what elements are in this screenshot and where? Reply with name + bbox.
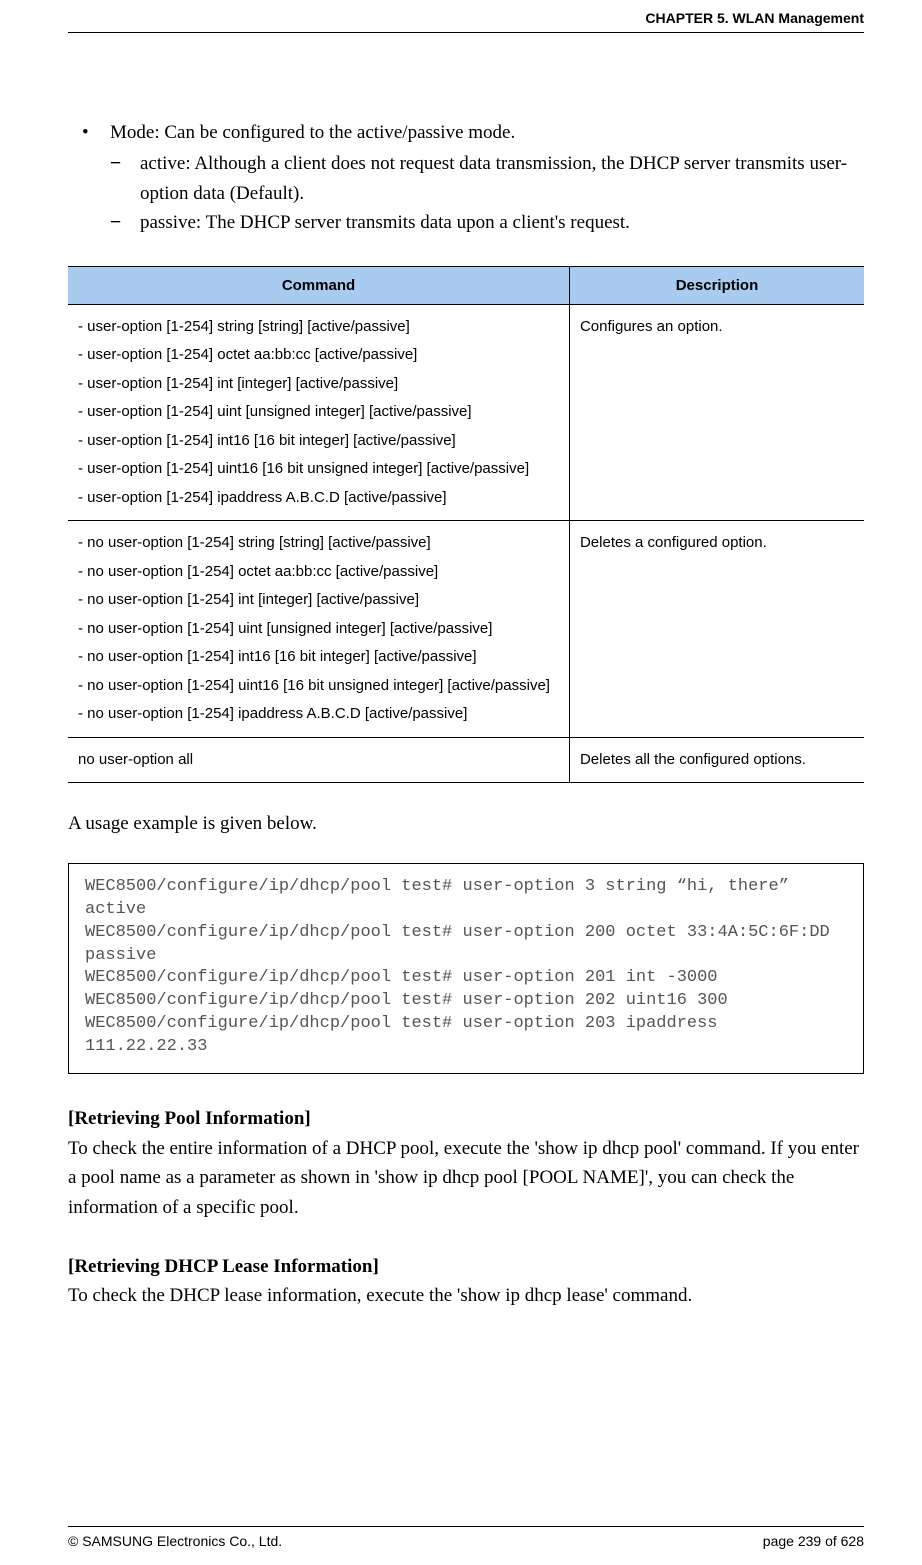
- th-command: Command: [68, 266, 569, 304]
- table-row: - no user-option [1-254] string [string]…: [68, 521, 864, 738]
- cell-command: - user-option [1-254] string [string] [a…: [68, 304, 569, 521]
- bullet-mode: • Mode: Can be configured to the active/…: [68, 118, 864, 147]
- bullet-dot-icon: •: [68, 118, 110, 147]
- dash-icon: −: [110, 208, 140, 237]
- command-line: - no user-option [1-254] int16 [16 bit i…: [78, 643, 559, 672]
- pool-info-heading: [Retrieving Pool Information]: [68, 1104, 864, 1133]
- cell-command: - no user-option [1-254] string [string]…: [68, 521, 569, 738]
- command-line: - user-option [1-254] ipaddress A.B.C.D …: [78, 484, 559, 513]
- command-line: - no user-option [1-254] uint16 [16 bit …: [78, 672, 559, 701]
- table-header-row: Command Description: [68, 266, 864, 304]
- table-row: - user-option [1-254] string [string] [a…: [68, 304, 864, 521]
- usage-intro: A usage example is given below.: [68, 809, 864, 838]
- code-example: WEC8500/configure/ip/dhcp/pool test# use…: [68, 863, 864, 1075]
- sub-bullet-passive: − passive: The DHCP server transmits dat…: [68, 208, 864, 237]
- command-line: - user-option [1-254] uint [unsigned int…: [78, 398, 559, 427]
- sub-passive-text: passive: The DHCP server transmits data …: [140, 208, 630, 237]
- command-line: - user-option [1-254] octet aa:bb:cc [ac…: [78, 341, 559, 370]
- cell-description: Configures an option.: [569, 304, 864, 521]
- page-header: CHAPTER 5. WLAN Management: [68, 0, 864, 33]
- command-line: - no user-option [1-254] int [integer] […: [78, 586, 559, 615]
- command-line: - no user-option [1-254] octet aa:bb:cc …: [78, 558, 559, 587]
- command-line: no user-option all: [78, 746, 559, 775]
- content-area: • Mode: Can be configured to the active/…: [68, 33, 864, 1311]
- command-line: - user-option [1-254] int [integer] [act…: [78, 370, 559, 399]
- bullet-mode-text: Mode: Can be configured to the active/pa…: [110, 118, 515, 147]
- th-description: Description: [569, 266, 864, 304]
- command-line: - user-option [1-254] uint16 [16 bit uns…: [78, 455, 559, 484]
- pool-info-body: To check the entire information of a DHC…: [68, 1134, 864, 1222]
- page-footer: © SAMSUNG Electronics Co., Ltd. page 239…: [68, 1526, 864, 1549]
- command-table: Command Description - user-option [1-254…: [68, 266, 864, 784]
- cell-command: no user-option all: [68, 737, 569, 783]
- cell-description: Deletes a configured option.: [569, 521, 864, 738]
- command-line: - no user-option [1-254] ipaddress A.B.C…: [78, 700, 559, 729]
- lease-info-heading: [Retrieving DHCP Lease Information]: [68, 1252, 864, 1281]
- command-line: - user-option [1-254] string [string] [a…: [78, 313, 559, 342]
- table-row: no user-option all Deletes all the config…: [68, 737, 864, 783]
- command-line: - no user-option [1-254] string [string]…: [78, 529, 559, 558]
- sub-bullet-active: − active: Although a client does not req…: [68, 149, 864, 208]
- command-line: - no user-option [1-254] uint [unsigned …: [78, 615, 559, 644]
- command-line: - user-option [1-254] int16 [16 bit inte…: [78, 427, 559, 456]
- lease-info-body: To check the DHCP lease information, exe…: [68, 1281, 864, 1310]
- cell-description: Deletes all the configured options.: [569, 737, 864, 783]
- footer-page-number: page 239 of 628: [763, 1533, 864, 1549]
- dash-icon: −: [110, 149, 140, 208]
- sub-active-text: active: Although a client does not reque…: [140, 149, 864, 208]
- footer-copyright: © SAMSUNG Electronics Co., Ltd.: [68, 1533, 282, 1549]
